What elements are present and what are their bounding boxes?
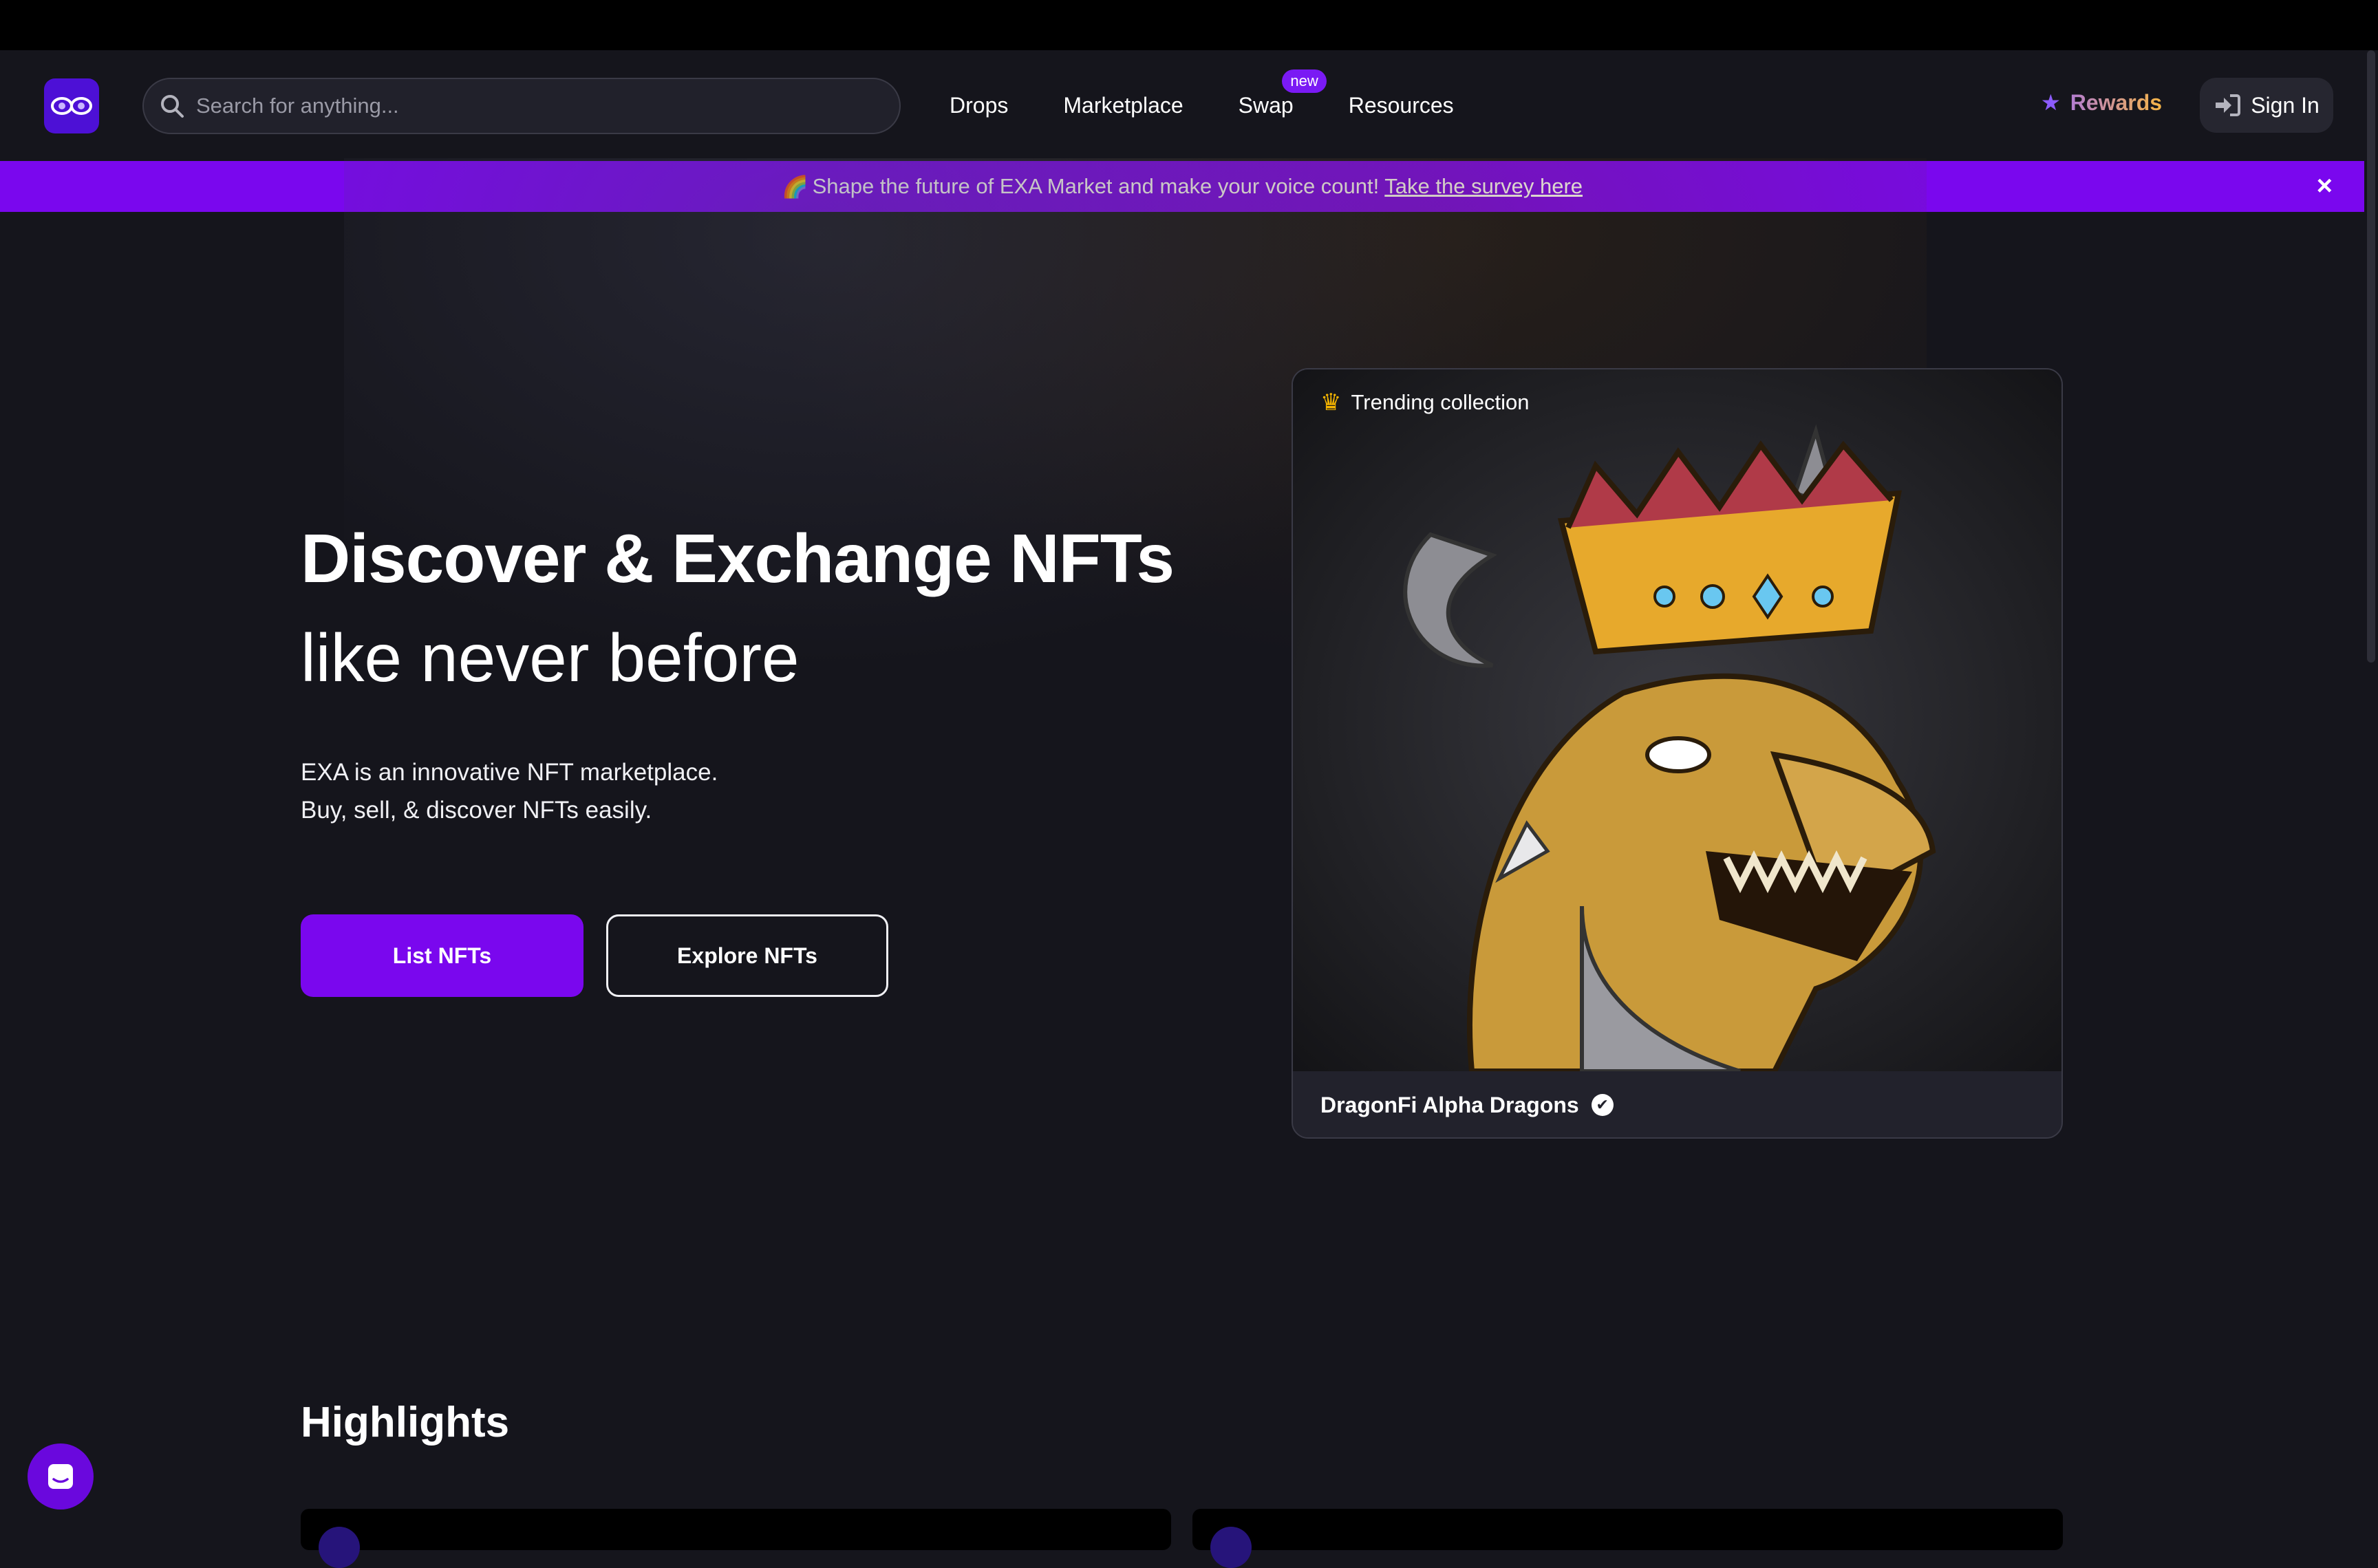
- banner-text: Shape the future of EXA Market and make …: [812, 174, 1380, 198]
- verified-check-icon: ✔: [1591, 1094, 1614, 1116]
- survey-link[interactable]: Take the survey here: [1384, 174, 1583, 199]
- crown-icon: ♛: [1320, 389, 1342, 416]
- rewards-link[interactable]: ★ Rewards: [2041, 89, 2162, 116]
- collection-name: DragonFi Alpha Dragons: [1320, 1092, 1579, 1117]
- dragon-artwork: [1293, 369, 2061, 1074]
- sign-in-label: Sign In: [2251, 92, 2320, 118]
- nav-drops[interactable]: Drops: [950, 93, 1008, 118]
- dragon-nft-image[interactable]: [1293, 369, 2061, 1074]
- trending-label: Trending collection: [1351, 390, 1530, 414]
- browser-top-strip: [0, 0, 2378, 50]
- star-icon: ★: [2041, 90, 2061, 115]
- hero-subtitle: like never before: [301, 620, 800, 696]
- nav-swap[interactable]: Swap new: [1238, 69, 1327, 118]
- hero-description-line2: Buy, sell, & discover NFTs easily.: [301, 797, 652, 824]
- rainbow-icon: 🌈: [781, 174, 808, 199]
- card-footer[interactable]: DragonFi Alpha Dragons ✔: [1293, 1071, 2061, 1137]
- hero-description: EXA is an innovative NFT marketplace. Bu…: [301, 753, 718, 829]
- navbar: Drops Marketplace Swap new Resources ★ R…: [0, 50, 2364, 161]
- sign-in-button[interactable]: Sign In: [2200, 78, 2333, 133]
- hero-title: Discover & Exchange NFTs: [301, 520, 1175, 597]
- search-input[interactable]: [196, 94, 857, 118]
- exa-logo[interactable]: [44, 78, 99, 133]
- hero-description-line1: EXA is an innovative NFT marketplace.: [301, 759, 718, 786]
- nav-marketplace[interactable]: Marketplace: [1063, 93, 1183, 118]
- nav-swap-label: Swap: [1238, 93, 1294, 118]
- chat-launcher[interactable]: [28, 1443, 94, 1510]
- nav-resources[interactable]: Resources: [1349, 93, 1454, 118]
- scrollbar-thumb[interactable]: [2367, 50, 2375, 663]
- close-icon[interactable]: ×: [2317, 171, 2333, 202]
- search-bar[interactable]: [142, 78, 901, 134]
- highlight-card[interactable]: [1192, 1509, 2063, 1568]
- trending-tag: ♛ Trending collection: [1320, 389, 1530, 416]
- main-nav: Drops Marketplace Swap new Resources: [950, 50, 1509, 161]
- highlight-avatar: [319, 1527, 360, 1568]
- highlight-card[interactable]: [301, 1509, 1171, 1568]
- search-icon: [161, 95, 184, 118]
- survey-banner: 🌈 Shape the future of EXA Market and mak…: [0, 161, 2364, 212]
- list-nfts-button[interactable]: List NFTs: [301, 914, 583, 997]
- explore-nfts-button[interactable]: Explore NFTs: [606, 914, 888, 997]
- scrollbar[interactable]: [2364, 50, 2378, 1537]
- trending-collection-card[interactable]: ♛ Trending collection DragonFi Alpha Dra…: [1292, 368, 2063, 1139]
- new-badge: new: [1282, 69, 1327, 93]
- highlights-heading: Highlights: [301, 1399, 510, 1446]
- highlight-avatar: [1210, 1527, 1252, 1568]
- chat-icon: [48, 1464, 73, 1489]
- exa-logo-icon: [51, 97, 92, 115]
- sign-in-icon: [2216, 94, 2241, 116]
- rewards-label: Rewards: [2070, 89, 2163, 115]
